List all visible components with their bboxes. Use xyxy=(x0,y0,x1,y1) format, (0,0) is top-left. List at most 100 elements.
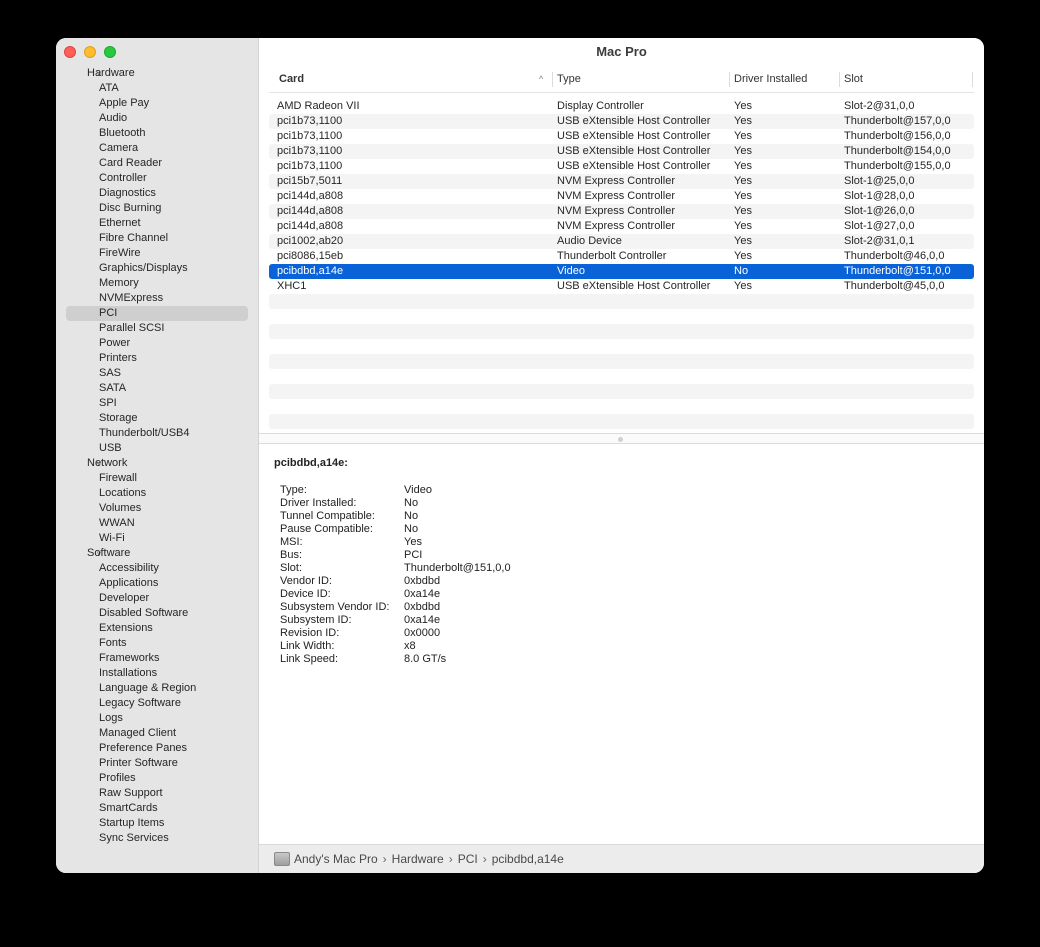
sidebar-item-label: Raw Support xyxy=(99,787,163,799)
sidebar-item-label: Developer xyxy=(99,592,150,604)
cell-driver-installed: Yes xyxy=(734,130,752,142)
sidebar-item-power[interactable]: Power xyxy=(56,336,259,351)
sidebar-item-ethernet[interactable]: Ethernet xyxy=(56,216,259,231)
cell-driver-installed: Yes xyxy=(734,100,752,112)
table-row[interactable]: XHC1 USB eXtensible Host Controller Yes Thu… xyxy=(269,279,974,294)
cell-slot: Thunderbolt@46,0,0 xyxy=(844,250,945,262)
table-row[interactable]: pci144d,a808 NVM Express Controller Yes Slo… xyxy=(269,189,974,204)
property-key: Pause Compatible: xyxy=(280,523,373,535)
sidebar-item-memory[interactable]: Memory xyxy=(56,276,259,291)
sidebar-item-startup-items[interactable]: Startup Items xyxy=(56,816,259,831)
sidebar-item-diagnostics[interactable]: Diagnostics xyxy=(56,186,259,201)
sidebar-item-pci[interactable]: PCI xyxy=(56,306,259,321)
sidebar-item-disc-burning[interactable]: Disc Burning xyxy=(56,201,259,216)
close-window-button[interactable] xyxy=(64,46,76,58)
sidebar-item-installations[interactable]: Installations xyxy=(56,666,259,681)
sidebar-item-firewall[interactable]: Firewall xyxy=(56,471,259,486)
property-row: Tunnel Compatible: No xyxy=(280,510,680,523)
table-row[interactable]: pci1b73,1100 USB eXtensible Host Controll… xyxy=(269,144,974,159)
sidebar-group-software[interactable]: vSoftware xyxy=(56,546,259,561)
column-header-driver-installed[interactable]: Driver Installed xyxy=(734,66,807,93)
split-view-divider[interactable] xyxy=(259,433,984,444)
column-divider[interactable] xyxy=(972,72,973,87)
cell-type: USB eXtensible Host Controller xyxy=(557,280,711,292)
breadcrumb-item[interactable]: Hardware xyxy=(392,852,444,866)
sidebar-item-disabled-software[interactable]: Disabled Software xyxy=(56,606,259,621)
cell-type: NVM Express Controller xyxy=(557,220,675,232)
column-header-slot[interactable]: Slot xyxy=(844,66,863,93)
table-row[interactable]: pci1b73,1100 USB eXtensible Host Controll… xyxy=(269,129,974,144)
breadcrumb-item[interactable]: Andy's Mac Pro xyxy=(294,852,378,866)
minimize-window-button[interactable] xyxy=(84,46,96,58)
sidebar-item-sata[interactable]: SATA xyxy=(56,381,259,396)
table-header: Card ^ Type Driver Installed Slot xyxy=(269,66,974,93)
sidebar-item-sync-services[interactable]: Sync Services xyxy=(56,831,259,846)
breadcrumb-item[interactable]: PCI xyxy=(458,852,478,866)
breadcrumb-separator-icon: › xyxy=(482,852,487,866)
table-row[interactable]: pci8086,15eb Thunderbolt Controller Yes Thu… xyxy=(269,249,974,264)
sidebar-item-developer[interactable]: Developer xyxy=(56,591,259,606)
sidebar-item-bluetooth[interactable]: Bluetooth xyxy=(56,126,259,141)
column-divider[interactable] xyxy=(839,72,840,87)
sidebar-item-label: NVMExpress xyxy=(99,292,164,304)
sidebar-item-fonts[interactable]: Fonts xyxy=(56,636,259,651)
sidebar-item-thunderbolt-usb4[interactable]: Thunderbolt/USB4 xyxy=(56,426,259,441)
empty-table-row xyxy=(269,414,974,429)
zoom-window-button[interactable] xyxy=(104,46,116,58)
sidebar-group-hardware[interactable]: vHardware xyxy=(56,66,259,81)
sidebar-item-audio[interactable]: Audio xyxy=(56,111,259,126)
table-row[interactable]: pci144d,a808 NVM Express Controller Yes Slo… xyxy=(269,219,974,234)
sidebar-item-spi[interactable]: SPI xyxy=(56,396,259,411)
sidebar-item-accessibility[interactable]: Accessibility xyxy=(56,561,259,576)
column-divider[interactable] xyxy=(729,72,730,87)
sidebar-item-logs[interactable]: Logs xyxy=(56,711,259,726)
sidebar-item-preference-panes[interactable]: Preference Panes xyxy=(56,741,259,756)
sidebar-item-storage[interactable]: Storage xyxy=(56,411,259,426)
breadcrumb-item[interactable]: pcibdbd,a14e xyxy=(492,852,564,866)
sidebar-item-label: Ethernet xyxy=(99,217,141,229)
sidebar-item-controller[interactable]: Controller xyxy=(56,171,259,186)
property-key: Slot: xyxy=(280,562,303,574)
sidebar-item-volumes[interactable]: Volumes xyxy=(56,501,259,516)
table-row[interactable]: pci15b7,5011 NVM Express Controller Yes Slo… xyxy=(269,174,974,189)
sidebar-item-card-reader[interactable]: Card Reader xyxy=(56,156,259,171)
column-header-type[interactable]: Type xyxy=(557,66,581,93)
sidebar-item-apple-pay[interactable]: Apple Pay xyxy=(56,96,259,111)
sidebar-item-printer-software[interactable]: Printer Software xyxy=(56,756,259,771)
sidebar-item-frameworks[interactable]: Frameworks xyxy=(56,651,259,666)
table-row[interactable]: pci144d,a808 NVM Express Controller Yes Slo… xyxy=(269,204,974,219)
sidebar-item-sas[interactable]: SAS xyxy=(56,366,259,381)
sidebar-item-parallel-scsi[interactable]: Parallel SCSI xyxy=(56,321,259,336)
sidebar-item-wi-fi[interactable]: Wi-Fi xyxy=(56,531,259,546)
table-row[interactable]: AMD Radeon VII Display Controller Yes Slot-… xyxy=(269,99,974,114)
sidebar-item-raw-support[interactable]: Raw Support xyxy=(56,786,259,801)
main-panel: Mac Pro Card ^ Type Driver Installed Slo… xyxy=(259,38,984,873)
sidebar-item-camera[interactable]: Camera xyxy=(56,141,259,156)
sidebar-item-ata[interactable]: ATA xyxy=(56,81,259,96)
column-header-card[interactable]: Card xyxy=(279,66,304,93)
sidebar-item-smartcards[interactable]: SmartCards xyxy=(56,801,259,816)
sidebar-item-wwan[interactable]: WWAN xyxy=(56,516,259,531)
sidebar-item-profiles[interactable]: Profiles xyxy=(56,771,259,786)
table-row[interactable]: pci1b73,1100 USB eXtensible Host Controll… xyxy=(269,159,974,174)
sidebar-item-fibre-channel[interactable]: Fibre Channel xyxy=(56,231,259,246)
column-divider[interactable] xyxy=(552,72,553,87)
table-row[interactable]: pci1b73,1100 USB eXtensible Host Controll… xyxy=(269,114,974,129)
sidebar-item-nvmexpress[interactable]: NVMExpress xyxy=(56,291,259,306)
sidebar-item-firewire[interactable]: FireWire xyxy=(56,246,259,261)
sidebar-item-locations[interactable]: Locations xyxy=(56,486,259,501)
sidebar-item-label: Parallel SCSI xyxy=(99,322,165,334)
table-row[interactable]: pcibdbd,a14e Video No Thunderbolt@151,0,0 xyxy=(269,264,974,279)
sidebar-item-printers[interactable]: Printers xyxy=(56,351,259,366)
sidebar-item-legacy-software[interactable]: Legacy Software xyxy=(56,696,259,711)
sidebar-item-language-region[interactable]: Language & Region xyxy=(56,681,259,696)
sidebar-item-extensions[interactable]: Extensions xyxy=(56,621,259,636)
sidebar-item-graphics-displays[interactable]: Graphics/Displays xyxy=(56,261,259,276)
property-value: No xyxy=(404,510,419,522)
sidebar-item-usb[interactable]: USB xyxy=(56,441,259,456)
table-row[interactable]: pci1002,ab20 Audio Device Yes Slot-2@31,0,1 xyxy=(269,234,974,249)
sidebar-item-label: Diagnostics xyxy=(99,187,156,199)
sidebar-item-applications[interactable]: Applications xyxy=(56,576,259,591)
sidebar-group-network[interactable]: vNetwork xyxy=(56,456,259,471)
sidebar-item-managed-client[interactable]: Managed Client xyxy=(56,726,259,741)
